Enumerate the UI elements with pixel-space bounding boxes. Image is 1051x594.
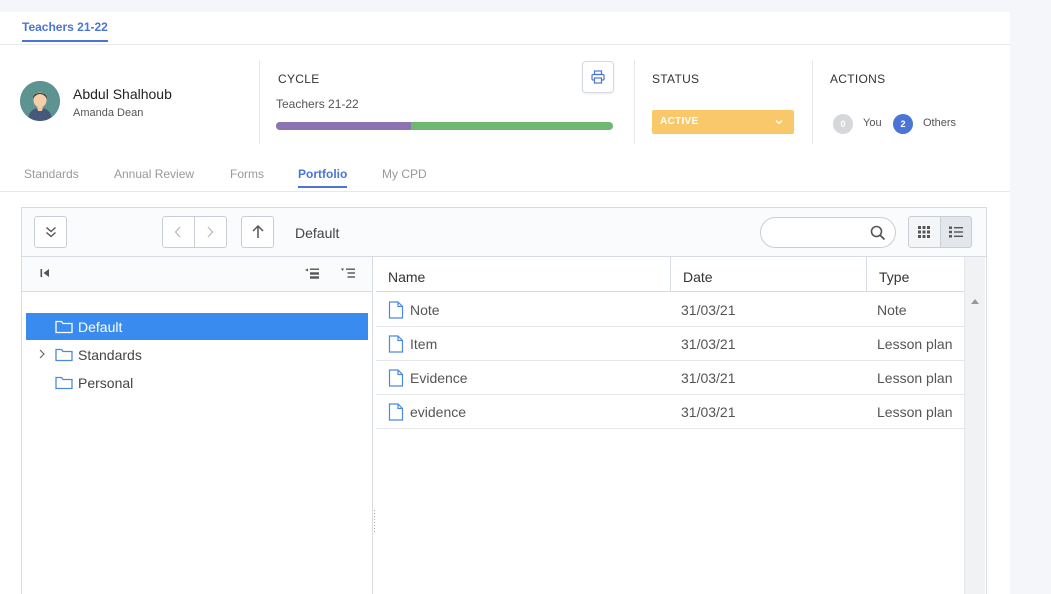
column-header-date[interactable]: Date [671,257,867,292]
tree-item-label: Personal [78,375,134,391]
folder-icon [55,348,73,362]
print-button[interactable] [582,61,614,93]
cycle-section: CYCLE Teachers 21-22 [276,72,616,130]
main-card: Teachers 21-22 Abdul Shalhoub Amanda Dea… [0,12,1010,594]
view-mode-group [908,216,972,248]
actions-row: 0 You 2 Others [833,114,1033,134]
chevron-right-icon[interactable] [38,349,46,359]
folder-icon [55,320,73,334]
divider [812,60,813,144]
grid-view-button[interactable] [909,217,940,247]
top-tab-bar: Teachers 21-22 [0,12,1010,45]
tab-my-cpd[interactable]: My CPD [382,167,427,181]
actions-section: ACTIONS 0 You 2 Others [830,72,956,134]
file-icon [388,403,404,421]
scroll-up-arrow-icon[interactable] [971,299,979,304]
forward-button[interactable] [195,217,226,247]
list-view-button[interactable] [939,217,971,247]
up-folder-button[interactable] [241,216,274,248]
list-icon [948,226,963,238]
tree-item-standards[interactable]: Standards [26,341,368,368]
file-list-pane: Name Date Type Note 31/03/21 Note Item 3… [376,257,986,594]
tree-item-label: Default [78,319,123,335]
tree-item-default[interactable]: Default [26,313,368,340]
file-date: 31/03/21 [681,336,736,352]
file-row[interactable]: Item 31/03/21 Lesson plan [376,327,964,361]
tab-portfolio[interactable]: Portfolio [298,167,348,188]
tree-item-personal[interactable]: Personal [26,369,368,396]
search-box [760,217,896,248]
search-icon[interactable] [870,225,886,241]
status-label: STATUS [652,72,700,86]
file-date: 31/03/21 [681,404,736,420]
file-name: Item [410,336,438,352]
chevron-left-icon [174,226,181,238]
chevron-down-icon [775,120,783,125]
file-manager: Default Default Standards Personal Name … [21,207,987,594]
divider [634,60,635,144]
file-row[interactable]: evidence 31/03/21 Lesson plan [376,395,964,429]
cycle-progress-fill [276,122,411,130]
divider [259,60,260,144]
cycle-name: Teachers 21-22 [276,97,359,111]
file-icon [388,369,404,387]
file-icon [388,335,404,353]
expand-all-icon[interactable] [340,267,356,279]
column-header-type[interactable]: Type [867,257,964,292]
status-value: ACTIVE [660,116,699,127]
double-chevron-down-icon [45,226,56,238]
cycle-progress-bar [276,122,613,130]
file-type: Lesson plan [877,336,953,352]
chevron-right-icon [207,226,214,238]
file-type: Lesson plan [877,404,953,420]
collapse-pane-icon[interactable] [39,267,51,279]
you-label[interactable]: You [863,117,882,129]
file-type: Note [877,302,907,318]
printer-icon [591,70,605,84]
others-label[interactable]: Others [923,117,956,129]
folder-icon [55,376,73,390]
tab-forms[interactable]: Forms [230,167,264,181]
avatar-person-icon [20,81,60,121]
column-header-name[interactable]: Name [376,257,671,292]
user-name: Abdul Shalhoub [73,86,172,102]
tab-teachers-21-22[interactable]: Teachers 21-22 [22,20,108,42]
file-name: Evidence [410,370,468,386]
tab-standards[interactable]: Standards [24,167,79,181]
current-path: Default [295,225,340,241]
tab-annual-review[interactable]: Annual Review [114,167,194,181]
status-section: STATUS ACTIVE [652,72,794,134]
file-row[interactable]: Note 31/03/21 Note [376,293,964,327]
actions-label: ACTIONS [830,72,886,86]
file-row[interactable]: Evidence 31/03/21 Lesson plan [376,361,964,395]
user-subtitle: Amanda Dean [73,107,144,119]
collapse-all-icon[interactable] [304,267,320,279]
toggle-navigation-button[interactable] [34,216,67,248]
tree-item-label: Standards [78,347,142,363]
file-icon [388,301,404,319]
file-date: 31/03/21 [681,302,736,318]
status-dropdown[interactable]: ACTIVE [652,110,794,134]
tree-toolbar [22,257,372,292]
arrow-up-icon [251,224,264,238]
file-manager-toolbar: Default [22,208,986,257]
file-date: 31/03/21 [681,370,736,386]
file-type: Lesson plan [877,370,953,386]
section-tabs: Standards Annual Review Forms Portfolio … [0,157,1010,192]
file-list-header: Name Date Type [376,257,964,292]
folder-tree-pane: Default Standards Personal [22,257,373,594]
vertical-scrollbar[interactable] [964,257,985,594]
file-name: evidence [410,404,467,420]
avatar[interactable] [20,81,60,121]
you-count-badge[interactable]: 0 [833,114,853,134]
grid-icon [918,226,931,238]
file-name: Note [410,302,440,318]
back-button[interactable] [163,217,195,247]
search-input[interactable] [773,224,868,242]
cycle-label: CYCLE [278,72,320,86]
history-nav-group [162,216,227,248]
others-count-badge[interactable]: 2 [893,114,913,134]
